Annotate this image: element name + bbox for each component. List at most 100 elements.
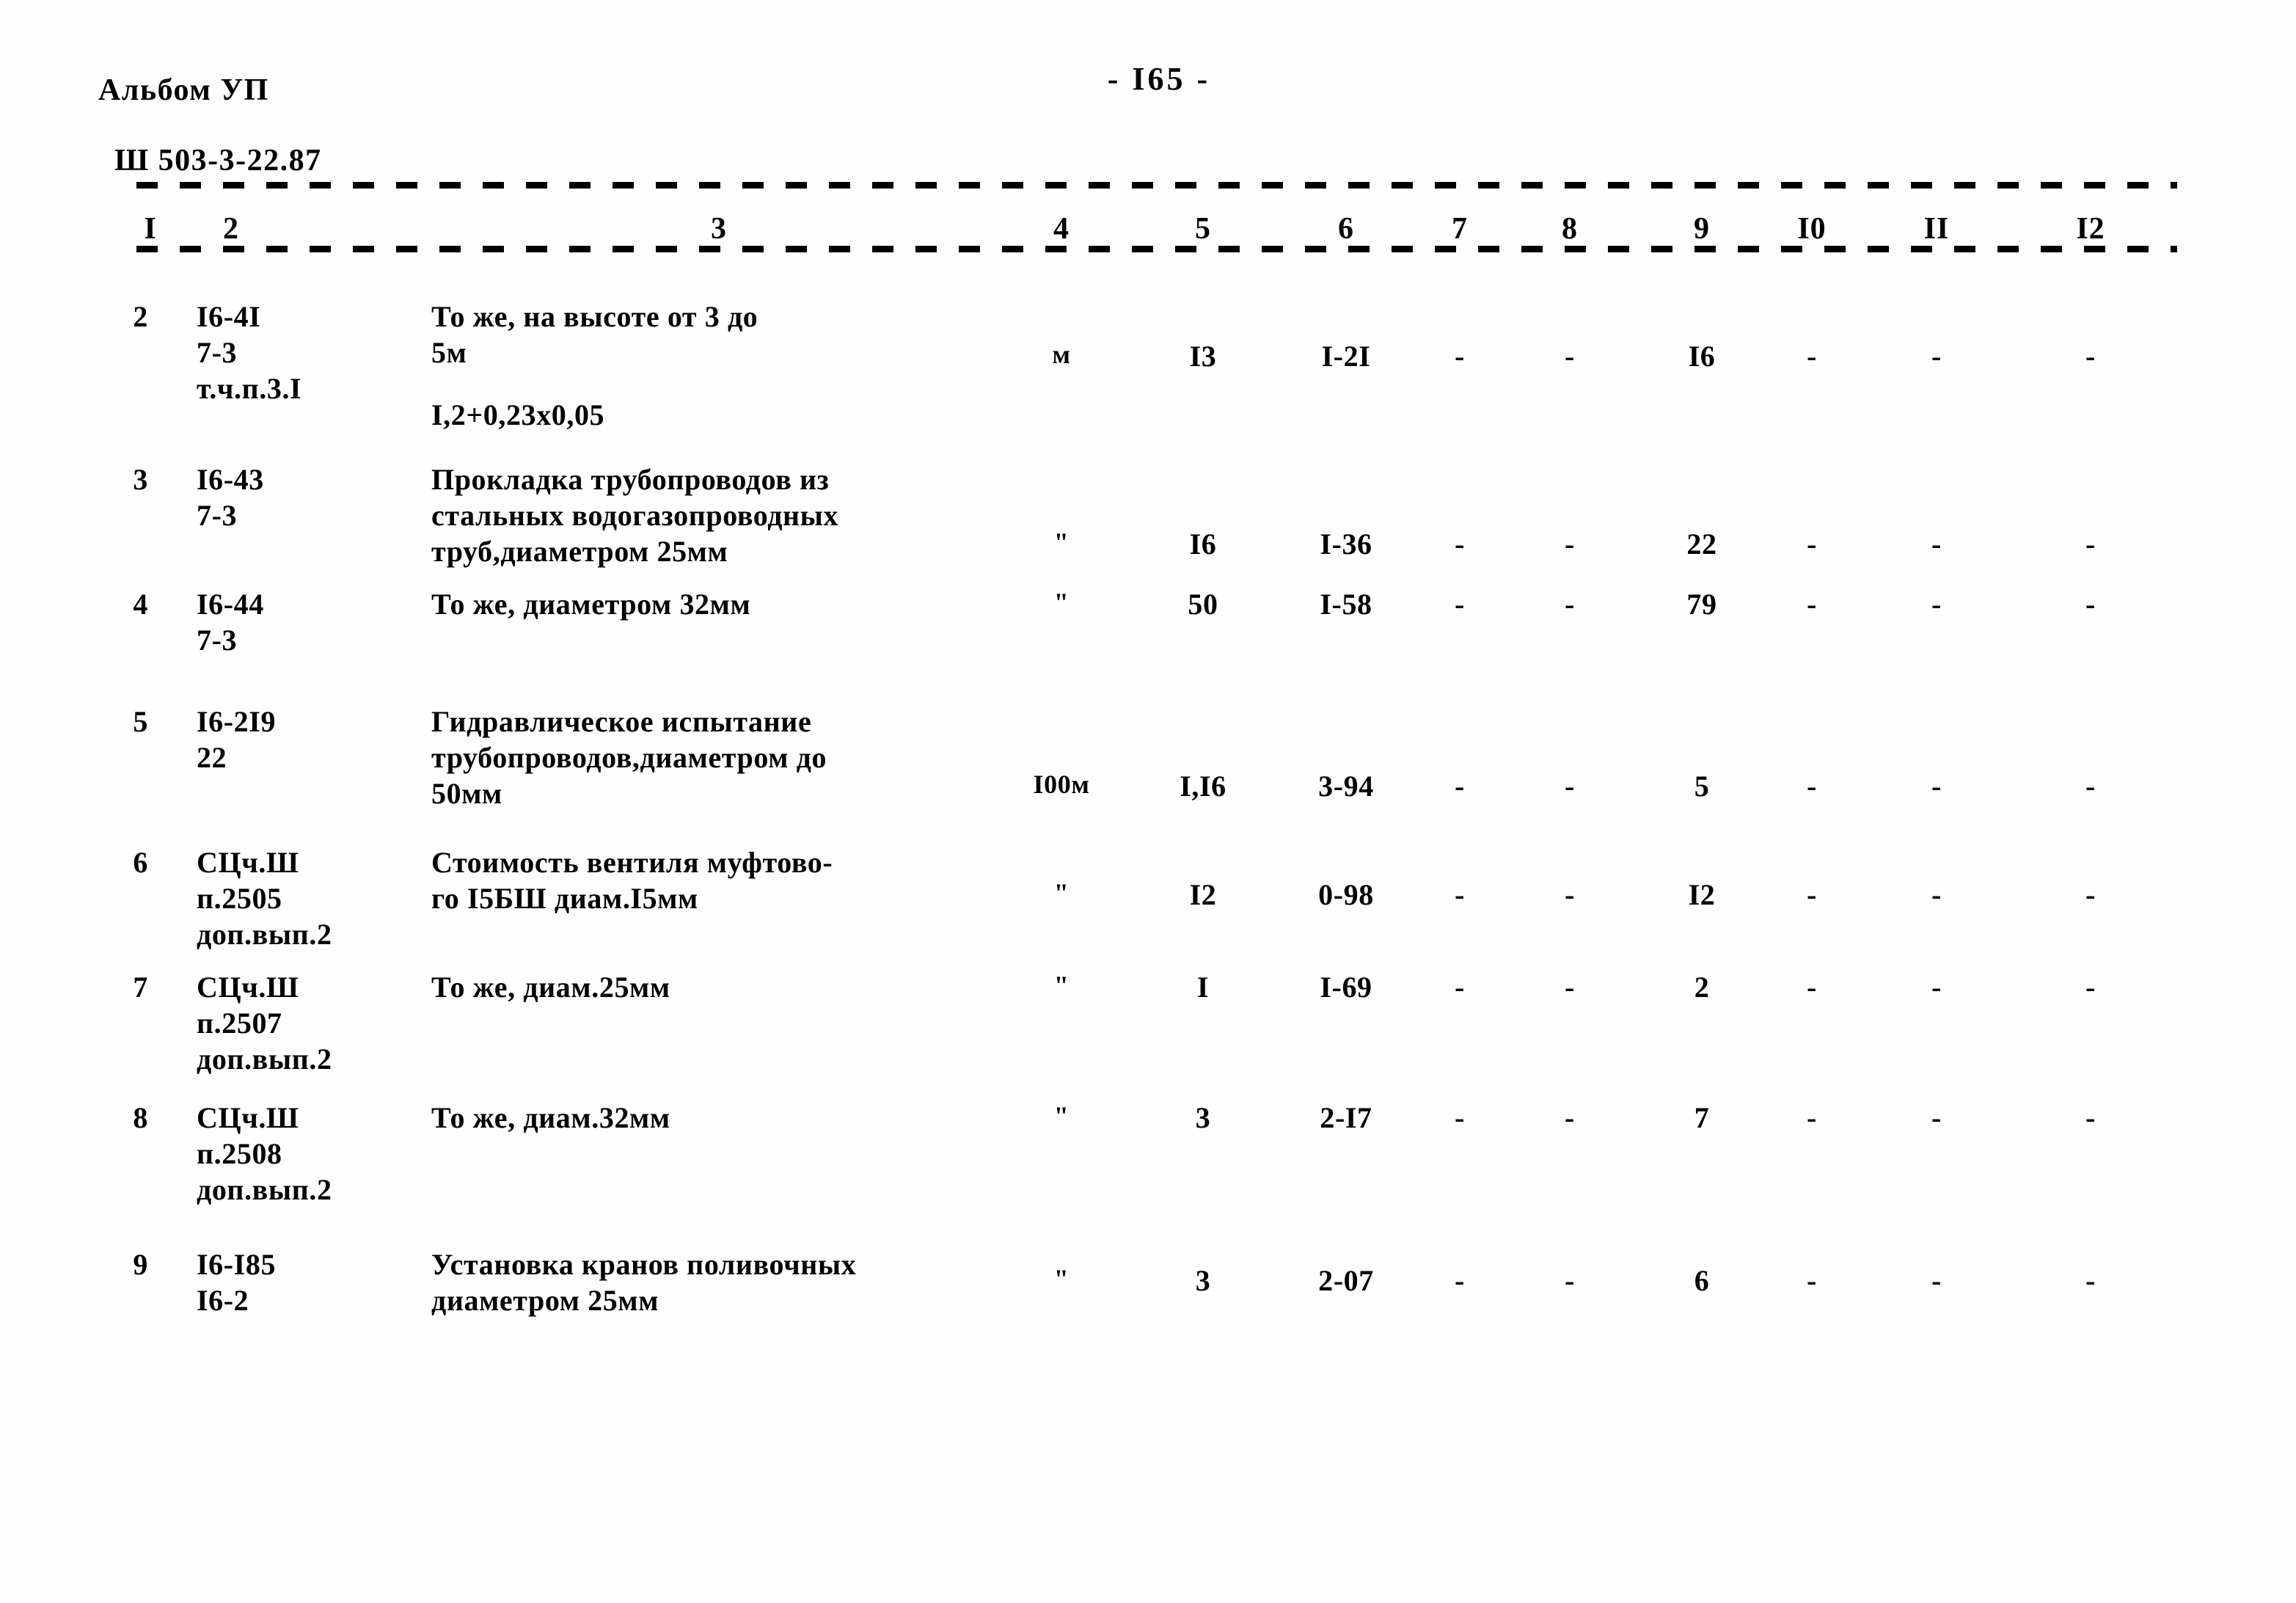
row-unit: "	[1053, 971, 1070, 1000]
row-index: 7	[133, 971, 148, 1004]
row-value-col-11: -	[1931, 588, 1942, 621]
row-value-col-9: 5	[1694, 770, 1710, 803]
row-value-col-6: I-2I	[1321, 340, 1371, 373]
row-description: То же, диам.25мм	[431, 971, 670, 1004]
row-value-col-6: 0-98	[1318, 878, 1374, 911]
row-norm-code: I6-2I9 22	[197, 705, 277, 774]
row-index: 4	[133, 588, 148, 621]
row-value-col-11: -	[1931, 527, 1942, 560]
row-norm-code: СЦч.Ш п.2507 доп.вып.2	[197, 971, 332, 1076]
row-value-col-5: I2	[1189, 878, 1217, 911]
row-value-col-9: 79	[1686, 588, 1717, 621]
row-norm-code: I6-43 7-3	[197, 463, 264, 532]
row-value-col-9: 22	[1686, 527, 1717, 560]
row-value-col-7: -	[1455, 770, 1465, 803]
row-value-col-11: -	[1931, 1264, 1942, 1297]
row-value-col-10: -	[1807, 340, 1817, 373]
column-header-5: 5	[1195, 212, 1211, 246]
row-description: То же, на высоте от 3 до 5м	[431, 300, 758, 369]
row-value-col-10: -	[1807, 1101, 1817, 1134]
table-top-rule	[136, 182, 2177, 189]
row-value-col-8: -	[1565, 588, 1575, 621]
row-value-col-6: 2-07	[1318, 1264, 1374, 1297]
row-index: 3	[133, 463, 148, 496]
row-value-col-10: -	[1807, 527, 1817, 560]
row-value-col-8: -	[1565, 878, 1575, 911]
row-value-col-11: -	[1931, 971, 1942, 1004]
column-header-3: 3	[711, 212, 727, 246]
column-header-11: II	[1923, 212, 1950, 246]
column-header-8: 8	[1562, 212, 1578, 246]
row-value-col-8: -	[1565, 527, 1575, 560]
row-value-col-12: -	[2085, 770, 2096, 803]
row-value-col-12: -	[2085, 1101, 2096, 1134]
row-description: Установка кранов поливочных диаметром 25…	[431, 1248, 857, 1317]
row-value-col-6: 3-94	[1318, 770, 1374, 803]
row-value-col-12: -	[2085, 1264, 2096, 1297]
row-value-col-12: -	[2085, 878, 2096, 911]
row-norm-code: I6-44 7-3	[197, 588, 264, 657]
row-value-col-7: -	[1455, 971, 1465, 1004]
row-value-col-11: -	[1931, 770, 1942, 803]
row-unit: "	[1053, 527, 1070, 557]
row-unit: "	[1053, 878, 1070, 908]
row-description: Гидравлическое испытание трубопроводов,д…	[431, 705, 827, 810]
row-value-col-12: -	[2085, 340, 2096, 373]
row-norm-code: I6-I85 I6-2	[197, 1248, 277, 1317]
row-norm-code: I6-4I 7-3 т.ч.п.3.I	[197, 300, 302, 405]
column-header-7: 7	[1452, 212, 1468, 246]
column-header-12: I2	[2076, 212, 2105, 246]
row-formula: I,2+0,23x0,05	[431, 398, 605, 431]
row-value-col-6: 2-I7	[1320, 1101, 1372, 1134]
page-number: - I65 -	[1107, 61, 1211, 97]
row-value-col-7: -	[1455, 340, 1465, 373]
row-value-col-10: -	[1807, 971, 1817, 1004]
row-value-col-9: 7	[1694, 1101, 1710, 1134]
row-value-col-12: -	[2085, 971, 2096, 1004]
row-unit: I00м	[1033, 770, 1090, 799]
row-value-col-8: -	[1565, 340, 1575, 373]
column-header-9: 9	[1694, 212, 1710, 246]
row-index: 6	[133, 846, 148, 879]
row-unit: "	[1053, 1101, 1070, 1131]
row-unit: "	[1053, 1264, 1070, 1293]
row-value-col-7: -	[1455, 527, 1465, 560]
row-value-col-6: I-58	[1320, 588, 1372, 621]
row-value-col-8: -	[1565, 1101, 1575, 1134]
row-value-col-5: 3	[1195, 1101, 1211, 1134]
row-value-col-7: -	[1455, 878, 1465, 911]
row-value-col-5: I6	[1189, 527, 1217, 560]
row-value-col-9: 6	[1694, 1264, 1710, 1297]
row-value-col-6: I-69	[1320, 971, 1372, 1004]
row-value-col-12: -	[2085, 588, 2096, 621]
row-description: Стоимость вентиля муфтово- го I5БШ диам.…	[431, 846, 833, 915]
column-header-1: I	[144, 212, 157, 246]
row-value-col-6: I-36	[1320, 527, 1372, 560]
column-header-6: 6	[1338, 212, 1354, 246]
row-norm-code: СЦч.Ш п.2508 доп.вып.2	[197, 1101, 332, 1206]
row-value-col-8: -	[1565, 770, 1575, 803]
row-index: 2	[133, 300, 148, 333]
row-description: Прокладка трубопроводов из стальных водо…	[431, 463, 839, 568]
row-value-col-11: -	[1931, 340, 1942, 373]
table-header-bottom-rule	[136, 246, 2177, 252]
row-value-col-10: -	[1807, 770, 1817, 803]
row-value-col-9: I6	[1688, 340, 1716, 373]
row-value-col-7: -	[1455, 1264, 1465, 1297]
scanned-document-page: Альбом УП Ш 503-3-22.87 - I65 - I2345678…	[0, 0, 2296, 1603]
row-value-col-8: -	[1565, 1264, 1575, 1297]
row-value-col-9: 2	[1694, 971, 1710, 1004]
row-value-col-5: 3	[1195, 1264, 1211, 1297]
row-norm-code: СЦч.Ш п.2505 доп.вып.2	[197, 846, 332, 951]
row-unit: м	[1052, 340, 1071, 369]
row-value-col-12: -	[2085, 527, 2096, 560]
row-description: То же, диаметром 32мм	[431, 588, 751, 621]
row-value-col-5: I	[1196, 971, 1210, 1004]
row-value-col-7: -	[1455, 1101, 1465, 1134]
row-value-col-10: -	[1807, 588, 1817, 621]
row-value-col-5: I,I6	[1180, 770, 1226, 803]
row-index: 5	[133, 705, 148, 738]
column-header-10: I0	[1797, 212, 1827, 246]
row-description: То же, диам.32мм	[431, 1101, 670, 1134]
row-value-col-11: -	[1931, 878, 1942, 911]
